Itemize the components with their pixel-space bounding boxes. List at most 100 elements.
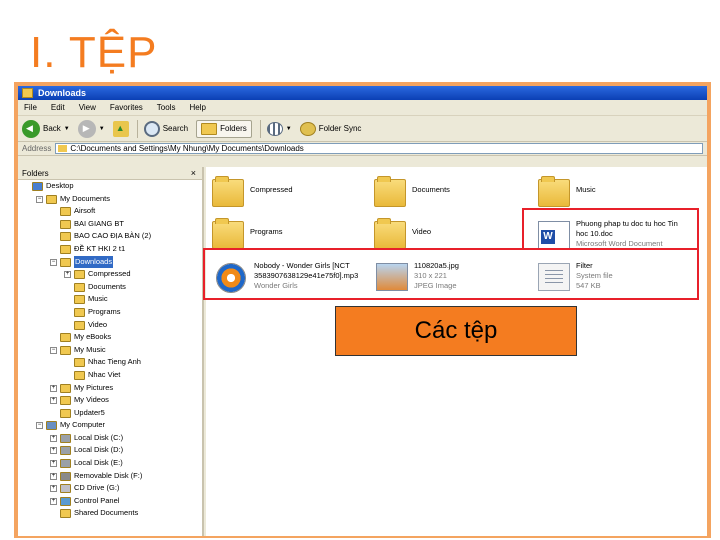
menu-file[interactable]: File: [24, 103, 37, 112]
folder-icon: [60, 232, 71, 242]
videos-folder-icon: [60, 396, 71, 406]
menu-favorites[interactable]: Favorites: [110, 103, 143, 112]
menu-edit[interactable]: Edit: [51, 103, 65, 112]
tree-item[interactable]: − Downloads: [18, 255, 202, 269]
collapse-icon[interactable]: −: [50, 346, 57, 354]
folder-icon: [60, 219, 71, 229]
tree-item-label: Removable Disk (F:): [74, 470, 143, 480]
folder-tree: Desktop − My Documents Airsoft BAI GIANG BT B…: [18, 180, 202, 520]
expand-icon[interactable]: +: [50, 485, 57, 493]
tree-item[interactable]: + My Pictures: [18, 382, 202, 395]
removable-disk-icon: [60, 471, 71, 481]
tree-item[interactable]: + My Videos: [18, 394, 202, 407]
expand-icon[interactable]: +: [50, 434, 57, 442]
tree-item[interactable]: + Local Disk (C:): [18, 432, 202, 445]
collapse-icon[interactable]: −: [36, 422, 43, 430]
tree-item-label: Downloads: [74, 255, 114, 269]
chevron-down-icon[interactable]: ▼: [64, 126, 70, 132]
folder-icon: [374, 218, 406, 249]
tree-item[interactable]: Programs: [18, 306, 202, 319]
music-folder-icon: [60, 345, 71, 355]
tree-item[interactable]: Video: [18, 319, 202, 332]
collapse-icon[interactable]: −: [50, 258, 57, 266]
expand-icon[interactable]: +: [50, 460, 57, 468]
desktop-icon: [32, 182, 43, 191]
file-name: Compressed: [250, 185, 293, 194]
tree-item[interactable]: My eBooks: [18, 331, 202, 344]
collapse-icon[interactable]: −: [36, 195, 43, 203]
tree-item[interactable]: Documents: [18, 281, 202, 294]
menu-tools[interactable]: Tools: [157, 103, 176, 112]
expand-icon[interactable]: +: [50, 497, 57, 505]
tree-item[interactable]: + Removable Disk (F:): [18, 470, 202, 483]
expand-icon[interactable]: +: [50, 397, 57, 405]
tree-item[interactable]: + CD Drive (G:): [18, 482, 202, 495]
tree-item-label: Documents: [88, 281, 126, 291]
menu-view[interactable]: View: [79, 103, 96, 112]
tree-item[interactable]: − My Documents: [18, 193, 202, 206]
expand-icon[interactable]: +: [50, 472, 57, 480]
tree-item[interactable]: Music: [18, 293, 202, 306]
tree-item[interactable]: Airsoft: [18, 205, 202, 218]
tree-item[interactable]: − My Music: [18, 344, 202, 357]
tree-item-label: My Pictures: [74, 382, 114, 392]
tree-item-label: Airsoft: [74, 206, 96, 216]
disk-icon: [60, 459, 71, 469]
tree-item[interactable]: + Control Panel: [18, 495, 202, 508]
folder-icon: [74, 370, 85, 380]
views-button[interactable]: ▼: [266, 121, 292, 136]
expand-icon[interactable]: +: [50, 447, 57, 455]
tree-item-label: Shared Documents: [74, 508, 139, 518]
tree-item[interactable]: ĐỀ KT HKI 2 t1: [18, 243, 202, 256]
tree-item[interactable]: + Local Disk (E:): [18, 457, 202, 470]
file-item[interactable]: Compressed: [212, 175, 372, 219]
cd-drive-icon: [60, 484, 71, 494]
tree-item-label: ĐỀ KT HKI 2 t1: [74, 243, 126, 253]
tree-item-label: Nhac Viet: [88, 369, 121, 379]
expand-icon[interactable]: +: [50, 384, 57, 392]
tree-item-label: Local Disk (C:): [74, 432, 124, 442]
tree-item-label: Nhac Tieng Anh: [88, 357, 141, 367]
address-input[interactable]: C:\Documents and Settings\My Nhung\My Do…: [55, 143, 703, 154]
window-titlebar[interactable]: Downloads: [18, 86, 707, 100]
forward-button[interactable]: ▼: [77, 119, 105, 138]
close-icon[interactable]: ×: [191, 167, 196, 180]
tree-item[interactable]: Nhac Viet: [18, 369, 202, 382]
control-panel-icon: [60, 496, 71, 506]
tree-item[interactable]: Updater5: [18, 407, 202, 420]
folders-pane-header: Folders ×: [18, 167, 202, 180]
search-button[interactable]: Search: [143, 120, 189, 137]
folder-icon: [60, 207, 71, 217]
folder-icon: [74, 358, 85, 368]
toolbar-separator: [136, 119, 138, 138]
toolbar-separator: [259, 119, 261, 138]
menu-help[interactable]: Help: [189, 103, 205, 112]
tree-item[interactable]: − My Computer: [18, 419, 202, 432]
file-name: Documents: [412, 185, 450, 194]
forward-arrow-icon: [77, 119, 96, 138]
tree-item[interactable]: + Compressed: [18, 268, 202, 281]
chevron-down-icon[interactable]: ▼: [286, 126, 292, 132]
file-name: Music: [576, 185, 596, 194]
folders-button[interactable]: Folders: [196, 119, 252, 138]
tree-item[interactable]: Shared Documents: [18, 507, 202, 520]
up-button[interactable]: [112, 120, 129, 137]
chevron-down-icon[interactable]: ▼: [99, 126, 105, 132]
tree-item[interactable]: BAI GIANG BT: [18, 218, 202, 231]
tree-item-label: BAO CAO ĐỊA BÀN (2): [74, 231, 152, 241]
folder-sync-button[interactable]: Folder Sync: [299, 121, 361, 136]
folder-icon: [60, 244, 71, 254]
folder-icon: [58, 145, 68, 152]
tree-item-label: Music: [88, 294, 108, 304]
search-label: Search: [162, 124, 189, 133]
tree-item-label: My eBooks: [74, 332, 112, 342]
tree-item[interactable]: BAO CAO ĐỊA BÀN (2): [18, 230, 202, 243]
tree-item-label: My Music: [74, 344, 106, 354]
folder-icon: [374, 176, 406, 207]
tree-item[interactable]: Desktop: [18, 180, 202, 193]
expand-icon[interactable]: +: [64, 271, 71, 279]
back-button[interactable]: Back ▼: [22, 119, 70, 138]
file-item[interactable]: Documents: [374, 175, 534, 219]
tree-item[interactable]: + Local Disk (D:): [18, 444, 202, 457]
tree-item[interactable]: Nhac Tieng Anh: [18, 356, 202, 369]
